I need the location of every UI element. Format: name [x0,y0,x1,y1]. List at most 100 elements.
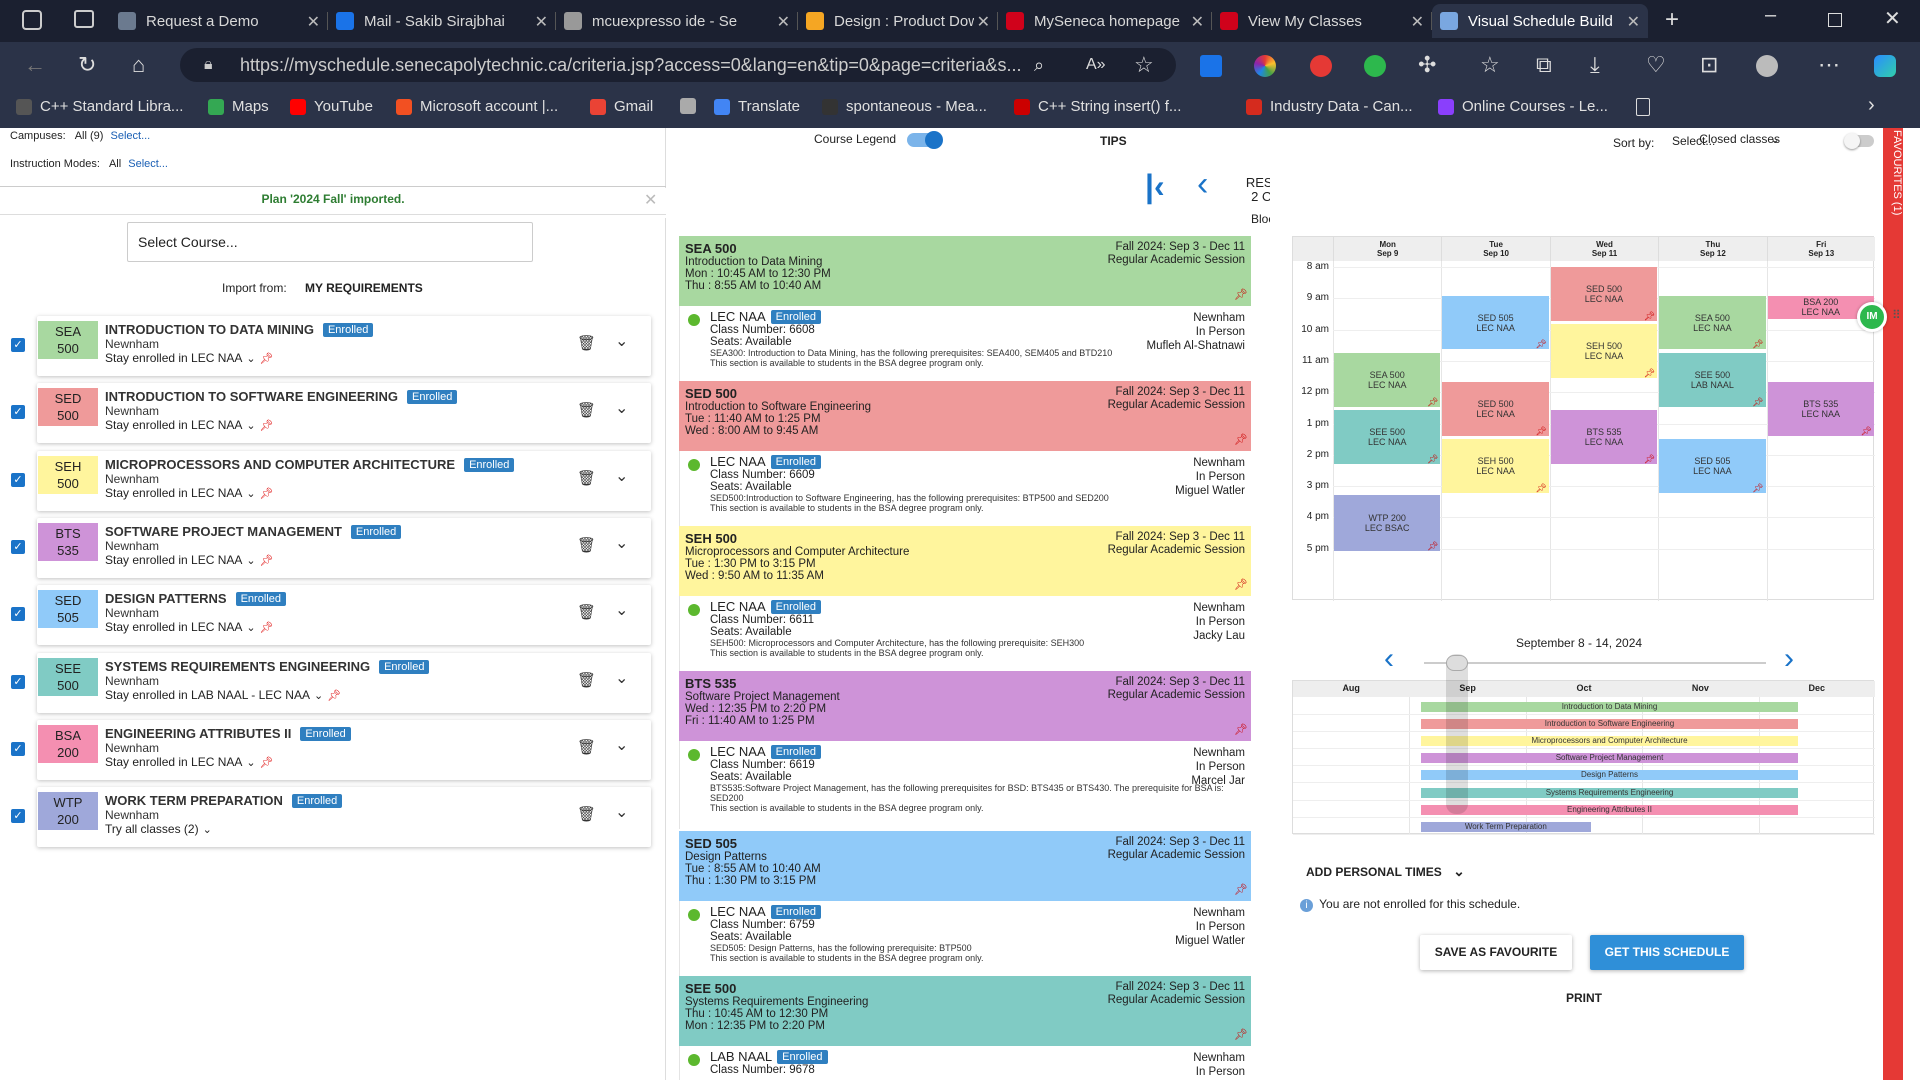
pin-icon[interactable]: 📌︎ [260,353,274,365]
enrollment-option-select[interactable]: Stay enrolled in LEC NAA ⌄ 📌︎ [105,486,274,500]
bookmark-item[interactable]: YouTube [290,98,373,115]
close-tab-icon[interactable]: ✕ [977,12,990,32]
favorites-icon[interactable]: ☆ [1480,54,1500,76]
campuses-select-link[interactable]: Select... [111,130,151,142]
prev-week-icon[interactable]: ‹ [1384,644,1394,674]
week-slider-knob[interactable] [1446,655,1468,671]
downloads-icon[interactable]: ⤓ [1590,54,1600,76]
adblock-extension-icon[interactable] [1310,55,1332,77]
bookmark-item[interactable]: spontaneous - Mea... [822,98,987,115]
calendar-event[interactable]: SED 500 LEC NAA 📌︎ [1442,381,1549,436]
expand-chevron-icon[interactable]: ⌄ [615,398,628,418]
add-personal-times[interactable]: ADD PERSONAL TIMES ⌄ [1306,863,1465,880]
calendar-event[interactable]: SEH 500 LEC NAA 📌︎ [1550,324,1658,379]
more-icon[interactable]: ⋯ [1818,54,1840,76]
close-tab-icon[interactable]: ✕ [1191,12,1204,32]
course-checkbox[interactable]: ✓ [11,607,25,622]
read-aloud-icon[interactable]: A» [1086,54,1106,76]
close-tab-icon[interactable]: ✕ [1411,12,1424,32]
section-details[interactable]: LEC NAA Enrolled Class Number: 6608 Seats: … [679,306,1251,382]
first-result-icon[interactable]: |‹ [1145,170,1165,202]
close-tab-icon[interactable]: ✕ [535,12,548,32]
bookmarks-more-icon[interactable]: › [1868,94,1875,117]
calendar-event[interactable]: SED 500 LEC NAA 📌︎ [1550,267,1658,321]
select-course-input[interactable]: Select Course... [127,222,533,262]
browser-tab[interactable]: MySeneca homepage ✕ [998,4,1212,38]
expand-chevron-icon[interactable]: ⌄ [615,668,628,688]
trash-icon[interactable]: 🗑︎ [577,671,596,689]
bookmark-item[interactable]: C++ Standard Libra... [16,98,183,115]
extensions-icon[interactable]: ✣ [1418,54,1436,76]
calendar-event[interactable]: SEA 500 LEC NAA 📌︎ [1659,295,1766,350]
zoom-icon[interactable]: ⌕ [1034,54,1044,76]
screenshot-icon[interactable]: ⊡ [1700,54,1718,76]
calendar-event[interactable]: SEE 500 LEC NAA 📌︎ [1334,410,1441,465]
week-slider-handle[interactable] [1446,654,1468,814]
enrollment-option-select[interactable]: Stay enrolled in LEC NAA ⌄ 📌︎ [105,351,274,365]
expand-chevron-icon[interactable]: ⌄ [615,802,628,822]
pin-icon[interactable]: 📌︎ [260,420,274,432]
modes-select-link[interactable]: Select... [128,158,168,170]
course-card[interactable]: SED 500 INTRODUCTION TO SOFTWARE ENGINEERI… [37,383,651,444]
course-result-header[interactable]: BTS 535 Software Project Management Wed : … [679,671,1251,741]
section-details[interactable]: LEC NAA Enrolled Class Number: 6611 Seats: … [679,596,1251,672]
course-checkbox[interactable]: ✓ [11,472,25,487]
course-card[interactable]: SEH 500 MICROPROCESSORS AND COMPUTER ARCHI… [37,450,651,511]
calendar-event[interactable]: SED 505 LEC NAA 📌︎ [1442,295,1549,350]
calendar-event[interactable]: SED 505 LEC NAA 📌︎ [1659,439,1766,493]
collections-icon[interactable]: ⧉ [1536,54,1552,76]
trash-icon[interactable]: 🗑︎ [577,469,596,487]
enrollment-option-select[interactable]: Stay enrolled in LEC NAA ⌄ 📌︎ [105,755,274,769]
section-details[interactable]: LEC NAA Enrolled Class Number: 6609 Seats: … [679,451,1251,527]
course-checkbox[interactable]: ✓ [11,539,25,554]
trash-icon[interactable]: 🗑︎ [577,401,596,419]
tips-link[interactable]: TIPS [1100,134,1127,148]
page-icon[interactable] [1636,98,1650,116]
pin-icon[interactable]: 📌︎ [1234,1028,1248,1041]
calendar-event[interactable]: SEH 500 LEC NAA 📌︎ [1442,439,1549,493]
bookmark-item[interactable]: Industry Data - Can... [1246,98,1413,115]
calendar-event[interactable]: WTP 200 LEC BSAC 📌︎ [1334,495,1441,551]
refresh-icon[interactable]: ↻ [78,54,96,76]
pen-extension-icon[interactable] [1200,55,1222,77]
color-extension-icon[interactable] [1254,55,1276,77]
bookmark-item[interactable]: Online Courses - Le... [1438,98,1608,115]
back-icon[interactable]: ← [24,54,46,76]
pin-icon[interactable]: 📌︎ [260,555,274,567]
copilot-icon[interactable] [1874,55,1896,77]
course-result-header[interactable]: SED 505 Design Patterns Tue : 8:55 AM to 1… [679,831,1251,901]
pin-icon[interactable]: 📌︎ [327,690,341,702]
trash-icon[interactable]: 🗑︎ [577,334,596,352]
course-result-header[interactable]: SEH 500 Microprocessors and Computer Arch… [679,526,1251,596]
section-details[interactable]: LEC NAA Enrolled Class Number: 6619 Seats: … [679,741,1251,829]
bookmark-item[interactable]: Translate [714,98,800,115]
course-card[interactable]: BTS 535 SOFTWARE PROJECT MANAGEMENT Enrolle… [37,517,651,578]
enrollment-option-select[interactable]: Stay enrolled in LEC NAA ⌄ 📌︎ [105,620,274,634]
print-button[interactable]: PRINT [1554,988,1614,1008]
section-details[interactable]: LAB NAAL Enrolled Class Number: 9678 Newnha… [679,1046,1251,1080]
course-card[interactable]: WTP 200 WORK TERM PREPARATION Enrolled Newnh… [37,787,651,848]
course-card[interactable]: SED 505 DESIGN PATTERNS Enrolled Newnham Stay… [37,585,651,646]
browser-tab[interactable]: Design : Product Dow ✕ [798,4,998,38]
bookmark-item[interactable] [680,98,704,114]
week-slider-track[interactable] [1424,662,1766,664]
calendar-event[interactable]: BTS 535 LEC NAA 📌︎ [1767,381,1874,436]
pin-icon[interactable]: 📌︎ [1234,433,1248,446]
browser-tab[interactable]: Mail - Sakib Sirajbhai ✕ [328,4,556,38]
new-tab-icon[interactable]: + [1665,6,1679,34]
close-tab-icon[interactable]: ✕ [307,12,320,32]
course-card[interactable]: BSA 200 ENGINEERING ATTRIBUTES II Enrolled N… [37,719,651,780]
closed-classes-toggle[interactable] [1844,133,1874,149]
enrollment-option-select[interactable]: Stay enrolled in LEC NAA ⌄ 📌︎ [105,418,274,432]
browser-tab[interactable]: Request a Demo ✕ [110,4,328,38]
health-icon[interactable]: ♡ [1646,54,1666,76]
calendar-event[interactable]: BTS 535 LEC NAA 📌︎ [1550,410,1658,465]
drag-handle-icon[interactable]: ⠿ [1892,308,1901,322]
pin-icon[interactable]: 📌︎ [260,622,274,634]
import-from-requirements[interactable]: MY REQUIREMENTS [305,281,423,295]
pin-icon[interactable]: 📌︎ [1234,578,1248,591]
trash-icon[interactable]: 🗑︎ [577,805,596,823]
enrollment-option-select[interactable]: Try all classes (2) ⌄ [105,822,212,836]
url-field[interactable]: 🔒︎ https://myschedule.senecapolytechnic.… [180,48,1176,82]
pin-icon[interactable]: 📌︎ [1234,723,1248,736]
